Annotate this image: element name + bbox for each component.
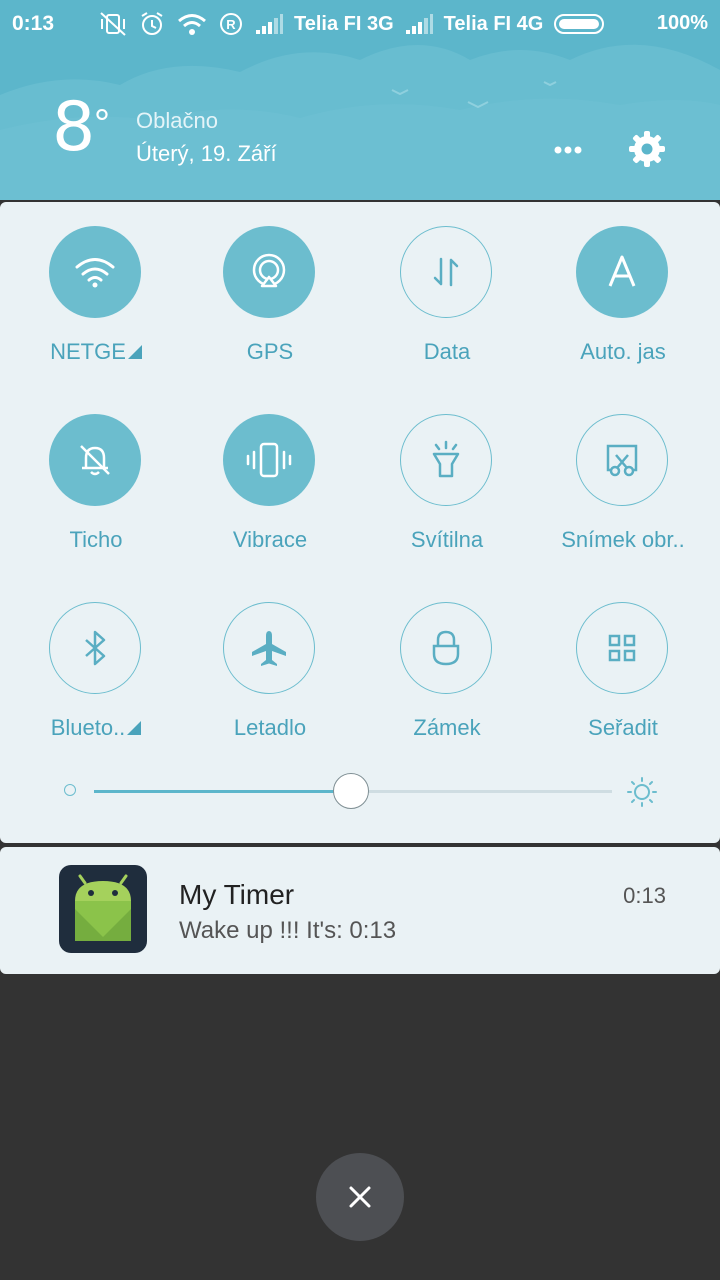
signal-icon-2 — [405, 14, 433, 34]
tile-flashlight-label: Svítilna — [410, 527, 484, 552]
settings-button[interactable] — [626, 128, 668, 170]
silent-bell-icon — [80, 445, 110, 476]
grid-icon — [608, 634, 636, 662]
more-button[interactable] — [550, 140, 586, 160]
location-icon — [252, 253, 286, 288]
close-icon — [349, 1186, 371, 1208]
tile-screenshot-toggle[interactable] — [576, 414, 668, 506]
tile-bluetooth[interactable]: Blueto.. — [8, 578, 184, 740]
tile-lock-toggle[interactable] — [400, 602, 492, 694]
tile-vibrate[interactable]: Vibrace — [182, 390, 358, 552]
tile-auto-brightness-toggle[interactable] — [576, 226, 668, 318]
tile-gps-toggle[interactable] — [223, 226, 315, 318]
lock-icon — [432, 630, 460, 666]
vibrate-icon — [246, 442, 292, 478]
brightness-slider[interactable] — [0, 772, 720, 812]
svg-text:R: R — [226, 17, 236, 32]
wifi-icon — [75, 258, 115, 288]
notification-time: 0:13 — [623, 883, 666, 908]
battery-icon — [554, 14, 605, 34]
tile-screenshot-label: Snímek obr.. — [561, 527, 685, 552]
roaming-icon: R — [220, 13, 242, 35]
tile-flashlight-toggle[interactable] — [400, 414, 492, 506]
notification-text: Wake up !!! It's: 0:13 — [179, 917, 397, 944]
tile-airplane[interactable]: Letadlo — [182, 578, 358, 740]
tile-silent[interactable]: Ticho — [8, 390, 184, 552]
expand-triangle-icon — [127, 721, 142, 735]
battery-percent: 100% — [656, 12, 708, 34]
tile-silent-toggle[interactable] — [49, 414, 141, 506]
tile-auto-brightness[interactable]: Auto. jas — [535, 202, 711, 364]
data-arrows-icon — [433, 257, 459, 287]
tile-silent-label: Ticho — [69, 527, 123, 552]
tile-wifi[interactable]: NETGE — [8, 202, 184, 364]
signal-icon-1 — [256, 14, 283, 34]
android-app-icon — [59, 865, 147, 953]
temperature-unit: ° — [94, 102, 110, 146]
brightness-track[interactable] — [94, 773, 612, 809]
weather-header: 0:13 R Telia FI 3G Telia FI 4G 100% 8 ° … — [0, 0, 720, 200]
tile-sort-toggle[interactable] — [576, 602, 668, 694]
brightness-fill — [94, 790, 351, 793]
tile-gps[interactable]: GPS — [182, 202, 358, 364]
wifi-status-icon — [178, 14, 206, 35]
tile-lock[interactable]: Zámek — [359, 578, 535, 740]
weather-condition: Oblačno — [136, 108, 218, 133]
tile-screenshot[interactable]: Snímek obr.. — [535, 390, 711, 552]
alarm-icon — [141, 12, 163, 35]
tile-vibrate-label: Vibrace — [232, 527, 308, 552]
tile-airplane-toggle[interactable] — [223, 602, 315, 694]
more-dots-icon — [554, 146, 582, 154]
tile-gps-label: GPS — [246, 339, 294, 364]
tile-auto-brightness-label: Auto. jas — [580, 339, 666, 364]
tile-data-label: Data — [423, 339, 471, 364]
vibrate-off-icon — [100, 12, 126, 36]
tile-bluetooth-toggle[interactable] — [49, 602, 141, 694]
flashlight-icon — [432, 440, 460, 478]
notification-card[interactable]: My Timer Wake up !!! It's: 0:13 0:13 — [0, 847, 720, 974]
status-bar: 0:13 R Telia FI 3G Telia FI 4G 100% — [0, 0, 720, 50]
status-time: 0:13 — [12, 12, 55, 35]
tile-data[interactable]: Data — [359, 202, 535, 364]
tile-data-toggle[interactable] — [400, 226, 492, 318]
brightness-high-icon — [627, 777, 657, 807]
gear-icon — [629, 131, 665, 167]
weather-date: Úterý, 19. Září — [136, 141, 277, 166]
brightness-thumb[interactable] — [332, 773, 369, 809]
status-icons: R Telia FI 3G Telia FI 4G — [98, 10, 609, 38]
notification-title: My Timer — [179, 879, 295, 910]
tile-airplane-label: Letadlo — [233, 715, 307, 740]
brightness-low-icon — [64, 784, 76, 796]
quick-settings-panel: NETGE GPS Data Auto. jas Ticho Vibrace S… — [0, 202, 720, 843]
tile-vibrate-toggle[interactable] — [223, 414, 315, 506]
expand-triangle-icon — [127, 345, 142, 359]
tile-flashlight[interactable]: Svítilna — [359, 390, 535, 552]
temperature: 8 — [52, 88, 96, 167]
tile-wifi-label: NETGE — [8, 339, 184, 365]
carrier-2: Telia FI 4G — [443, 12, 544, 35]
airplane-icon — [252, 631, 286, 666]
carrier-1: Telia FI 3G — [294, 12, 394, 35]
tile-sort[interactable]: Seřadit — [535, 578, 711, 740]
screenshot-icon — [606, 444, 638, 477]
bluetooth-icon — [85, 630, 106, 666]
tile-bluetooth-label: Blueto.. — [8, 715, 184, 741]
tile-lock-label: Zámek — [413, 715, 481, 740]
clear-all-button[interactable] — [316, 1153, 404, 1241]
android-robot-icon — [75, 874, 131, 941]
tile-wifi-toggle[interactable] — [49, 226, 141, 318]
auto-brightness-icon — [608, 255, 636, 287]
tile-sort-label: Seřadit — [588, 715, 658, 740]
